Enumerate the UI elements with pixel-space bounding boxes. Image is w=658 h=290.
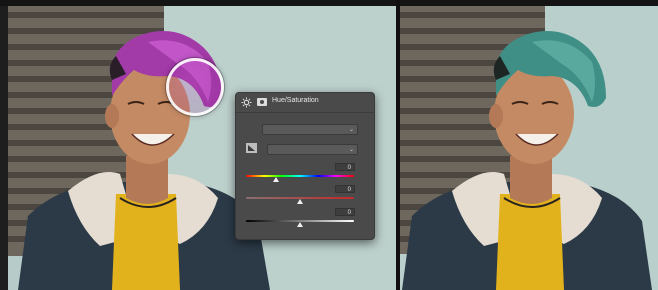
mask-icon[interactable] [257,98,267,106]
saturation-slider-thumb[interactable] [297,199,303,204]
photo-editor-comparison: Hue/Saturation ⌄ ⌄ 0 0 0 [0,0,658,290]
panel-title: Hue/Saturation [272,97,319,104]
panel-header: Hue/Saturation [236,93,374,113]
chevron-down-icon: ⌄ [348,126,354,133]
hue-value-field[interactable]: 0 [335,163,355,171]
lightness-value-field[interactable]: 0 [335,208,355,216]
adjustment-layer-icon[interactable] [241,97,252,108]
after-photo [400,6,658,290]
saturation-value-field[interactable]: 0 [335,185,355,193]
chevron-down-icon: ⌄ [348,146,354,153]
preset-dropdown[interactable]: ⌄ [262,124,358,135]
hue-slider-track[interactable] [246,175,354,177]
after-photo-illustration [400,6,658,290]
lightness-slider-thumb[interactable] [297,222,303,227]
hue-saturation-panel: Hue/Saturation ⌄ ⌄ 0 0 0 [235,92,375,240]
hue-slider-thumb[interactable] [273,177,280,182]
hue-picker-loupe[interactable] [166,58,224,116]
channel-dropdown[interactable]: ⌄ [267,144,358,155]
targeted-adjustment-icon[interactable] [246,143,257,153]
